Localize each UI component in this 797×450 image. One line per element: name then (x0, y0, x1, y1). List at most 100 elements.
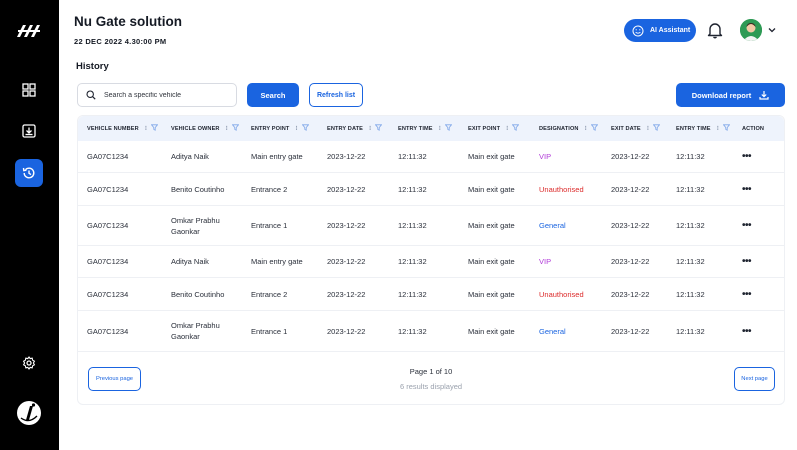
cell-designation: General (539, 221, 566, 230)
avatar[interactable] (740, 19, 762, 41)
column-header[interactable]: Exit date ⁝ (611, 116, 661, 141)
ai-assistant-button[interactable]: AI Assistant (624, 19, 696, 42)
section-title: History (76, 61, 109, 72)
sort-icon[interactable]: ⁝ (717, 125, 719, 132)
sort-icon[interactable]: ⁝ (647, 125, 649, 132)
cell-exit-time: 12:11:32 (676, 326, 705, 336)
cell-entry-point: Entrance 1 (251, 326, 288, 336)
cell-exit-date: 2023-12-22 (611, 221, 650, 230)
next-page-button[interactable]: Next page (734, 367, 775, 391)
search-box[interactable] (77, 83, 237, 107)
filter-icon[interactable] (444, 124, 453, 133)
sort-icon[interactable]: ⁝ (585, 125, 587, 132)
sidebar-item-downloads[interactable] (15, 117, 43, 145)
cell-exit-point: Main exit gate (468, 152, 515, 161)
sidebar (0, 0, 59, 450)
cell-owner: Benito Coutinho (171, 184, 225, 194)
cell-entry-date: 2023-12-22 (327, 184, 366, 194)
cell-exit-point: Main exit gate (468, 184, 515, 194)
search-button[interactable]: Search (247, 83, 299, 107)
cell-entry-point: Entrance 2 (251, 289, 288, 299)
sidebar-item-settings[interactable] (15, 349, 43, 377)
filter-icon[interactable] (722, 124, 731, 133)
more-options-icon[interactable]: ••• (742, 246, 752, 277)
cell-designation: Unauthorised (539, 289, 584, 299)
sort-icon[interactable]: ⁝ (145, 125, 147, 132)
table-row[interactable]: GA07C1234 Benito Coutinho Entrance 2 2023-1… (78, 278, 784, 311)
table-row[interactable]: GA07C1234 Omkar Prabhu Gaonkar Entrance 1 2… (78, 311, 784, 352)
column-header-label: Vehicle owner (171, 125, 220, 132)
filter-icon[interactable] (590, 124, 599, 133)
cell-vehicle: GA07C1234 (87, 221, 129, 230)
table-row[interactable]: GA07C1234 Aditya Naik Main entry gate 2023-… (78, 246, 784, 278)
refresh-list-button[interactable]: Refresh list (309, 83, 363, 107)
table-row[interactable]: GA07C1234 Aditya Naik Main entry gate 2023-… (78, 141, 784, 173)
history-table: Vehicle number ⁝ Vehicle owner ⁝ Entry point… (77, 115, 785, 405)
filter-icon[interactable] (301, 124, 310, 133)
search-icon (86, 90, 96, 100)
sort-icon[interactable]: ⁝ (295, 125, 297, 132)
download-report-button[interactable]: Download report (676, 83, 785, 107)
more-options-icon[interactable]: ••• (742, 278, 752, 310)
cell-vehicle: GA07C1234 (87, 184, 129, 194)
column-header[interactable]: Entry time ⁝ (398, 116, 453, 141)
column-header-label: Entry time (398, 125, 433, 132)
cell-vehicle: GA07C1234 (87, 152, 129, 161)
cell-exit-date: 2023-12-22 (611, 184, 650, 194)
cell-exit-date: 2023-12-22 (611, 152, 650, 161)
cell-entry-time: 12:11:32 (398, 326, 427, 336)
cell-entry-time: 12:11:32 (398, 289, 427, 299)
cell-designation: VIP (539, 152, 552, 161)
search-input[interactable] (104, 91, 224, 99)
more-options-icon[interactable]: ••• (742, 311, 752, 351)
cell-entry-date: 2023-12-22 (327, 221, 366, 230)
cell-designation: Unauthorised (539, 184, 584, 194)
cell-entry-point: Main entry gate (251, 152, 303, 161)
filter-icon[interactable] (652, 124, 661, 133)
main-content: Nu Gate solution 22 DEC 2022 4.30:00 PM … (59, 0, 797, 450)
cell-exit-point: Main exit gate (468, 326, 515, 336)
column-header[interactable]: Entry point ⁝ (251, 116, 310, 141)
table-row[interactable]: GA07C1234 Benito Coutinho Entrance 2 2023-1… (78, 173, 784, 206)
more-options-icon[interactable]: ••• (742, 206, 752, 245)
filter-icon[interactable] (512, 124, 520, 133)
sort-icon[interactable]: ⁝ (439, 125, 441, 132)
filter-icon[interactable] (375, 124, 383, 133)
cell-exit-point: Main exit gate (468, 289, 515, 299)
chevron-down-icon[interactable] (767, 25, 777, 35)
more-options-icon[interactable]: ••• (742, 141, 752, 172)
cell-entry-point: Main entry gate (251, 257, 303, 266)
column-header[interactable]: Entry time ⁝ (676, 116, 731, 141)
sort-icon[interactable]: ⁝ (506, 125, 508, 132)
column-header[interactable]: Designation ⁝ (539, 116, 599, 141)
ai-assistant-label: AI Assistant (650, 27, 691, 34)
column-header-label: Action (742, 125, 765, 132)
column-header[interactable]: Vehicle owner ⁝ (171, 116, 240, 141)
cell-entry-time: 12:11:32 (398, 221, 427, 230)
history-icon (22, 167, 35, 179)
download-box-icon (22, 124, 36, 138)
sort-icon[interactable]: ⁝ (369, 125, 371, 132)
cell-entry-time: 12:11:32 (398, 257, 427, 266)
cell-designation: VIP (539, 257, 552, 266)
brand-logo-icon (17, 25, 40, 37)
cell-owner: Benito Coutinho (171, 289, 225, 299)
more-options-icon[interactable]: ••• (742, 173, 752, 205)
column-header[interactable]: Entry date ⁝ (327, 116, 383, 141)
sidebar-item-dashboard[interactable] (15, 76, 43, 104)
filter-icon[interactable] (231, 124, 240, 133)
results-count: 6 results displayed (399, 382, 463, 391)
sort-icon[interactable]: ⁝ (226, 125, 228, 132)
table-row[interactable]: GA07C1234 Omkar Prabhu Gaonkar Entrance 1 2… (78, 206, 784, 246)
current-datetime: 22 DEC 2022 4.30:00 PM (74, 37, 167, 46)
column-header[interactable]: Exit point ⁝ (468, 116, 520, 141)
sidebar-item-history[interactable] (15, 159, 43, 187)
cell-vehicle: GA07C1234 (87, 326, 129, 336)
column-header[interactable]: Vehicle number ⁝ (87, 116, 159, 141)
cell-entry-date: 2023-12-22 (327, 152, 366, 161)
filter-icon[interactable] (150, 124, 159, 133)
column-header-label: Entry point (251, 125, 290, 132)
bell-icon[interactable] (707, 21, 723, 39)
cell-entry-date: 2023-12-22 (327, 326, 366, 336)
cell-exit-date: 2023-12-22 (611, 326, 650, 336)
